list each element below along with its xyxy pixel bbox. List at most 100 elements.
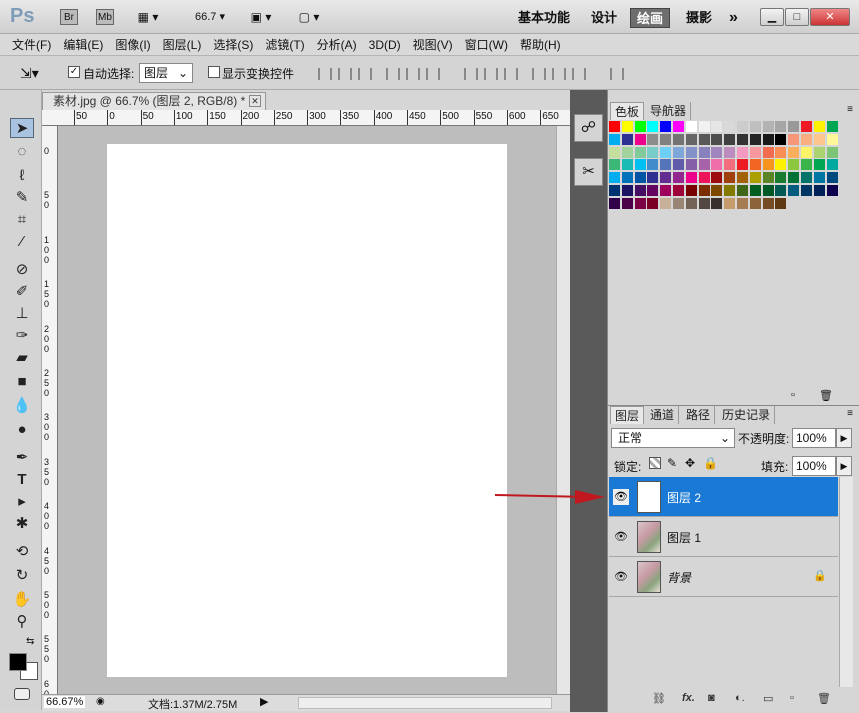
delete-layer-icon[interactable]: 🗑 xyxy=(817,692,831,705)
color-swatch[interactable] xyxy=(621,197,633,209)
type-tool-icon[interactable]: T xyxy=(10,470,34,490)
color-swatch[interactable] xyxy=(660,146,672,158)
crop-tool-icon[interactable]: ⌗ xyxy=(10,210,34,230)
color-swatch[interactable] xyxy=(775,197,787,209)
color-swatch[interactable] xyxy=(762,159,774,171)
view-extras-icon[interactable]: ▦ ▾ xyxy=(133,9,163,25)
color-swatch[interactable] xyxy=(673,146,684,158)
color-swatch[interactable] xyxy=(698,172,710,184)
menu-view[interactable]: 视图(V) xyxy=(407,34,459,56)
color-swatch[interactable] xyxy=(826,185,838,196)
auto-select-checkbox[interactable]: ✓ xyxy=(68,66,80,78)
color-swatch[interactable] xyxy=(609,146,620,158)
quick-select-tool-icon[interactable]: ✎ xyxy=(10,188,34,208)
dodge-tool-icon[interactable]: ● xyxy=(10,420,34,440)
color-swatch[interactable] xyxy=(775,146,787,158)
layers-scrollbar[interactable] xyxy=(839,477,853,687)
color-swatch[interactable] xyxy=(685,121,697,132)
color-swatch[interactable] xyxy=(711,159,723,171)
align-bottom-icon[interactable] xyxy=(358,68,372,80)
color-swatch[interactable] xyxy=(737,133,748,145)
color-swatch[interactable] xyxy=(775,121,787,132)
color-swatch[interactable] xyxy=(621,121,633,132)
3d-rotate-tool-icon[interactable]: ⟲ xyxy=(10,542,34,562)
eye-icon[interactable]: 👁 xyxy=(613,529,629,545)
color-swatch[interactable] xyxy=(621,146,633,158)
auto-align-icon[interactable] xyxy=(610,68,624,80)
color-swatch[interactable] xyxy=(634,159,646,171)
zoom-field[interactable]: 66.67% xyxy=(44,696,86,708)
color-swatch[interactable] xyxy=(685,159,697,171)
color-swatch[interactable] xyxy=(788,133,800,145)
lock-transparency-icon[interactable] xyxy=(649,457,661,469)
menu-edit[interactable]: 编辑(E) xyxy=(57,34,109,56)
blend-mode-dropdown[interactable]: 正常 ⌄ xyxy=(611,428,735,448)
workspace-design[interactable]: 设计 xyxy=(585,8,623,28)
color-swatch[interactable] xyxy=(685,146,697,158)
color-swatch[interactable] xyxy=(621,172,633,184)
color-swatch[interactable] xyxy=(826,133,838,145)
auto-select-dropdown[interactable]: 图层 ⌄ xyxy=(139,63,193,83)
color-swatch[interactable] xyxy=(698,197,710,209)
color-swatch[interactable] xyxy=(762,121,774,132)
color-swatch[interactable] xyxy=(813,172,825,184)
blur-tool-icon[interactable]: 💧 xyxy=(10,396,34,416)
adjustment-layer-icon[interactable]: ◐. xyxy=(735,692,745,704)
color-swatch[interactable] xyxy=(621,159,633,171)
menu-select[interactable]: 选择(S) xyxy=(207,34,259,56)
color-swatch[interactable] xyxy=(621,133,633,145)
color-swatch[interactable] xyxy=(660,172,672,184)
color-swatch[interactable] xyxy=(621,185,633,196)
color-swatch[interactable] xyxy=(826,159,838,171)
color-swatch[interactable] xyxy=(788,121,800,132)
color-swatch[interactable] xyxy=(775,133,787,145)
color-swatch[interactable] xyxy=(685,133,697,145)
menu-filter[interactable]: 滤镜(T) xyxy=(259,34,310,56)
color-swatch[interactable] xyxy=(724,185,736,196)
clone-stamp-tool-icon[interactable]: ⊥ xyxy=(10,304,34,324)
workspace-painting[interactable]: 绘画 xyxy=(630,8,671,28)
color-swatch[interactable] xyxy=(737,197,748,209)
color-swatch[interactable] xyxy=(711,146,723,158)
color-swatch[interactable] xyxy=(749,185,761,196)
color-swatch[interactable] xyxy=(749,197,761,209)
eye-icon[interactable]: 👁 xyxy=(613,569,629,585)
opacity-input[interactable]: 100% xyxy=(792,428,836,448)
workspace-photography[interactable]: 摄影 xyxy=(680,8,718,28)
minibridge-icon[interactable]: Mb xyxy=(96,9,114,25)
zoom-level-dropdown[interactable]: 66.7 ▾ xyxy=(188,9,232,25)
maximize-button[interactable]: □ xyxy=(785,8,809,26)
color-swatch[interactable] xyxy=(801,185,812,196)
color-swatch[interactable] xyxy=(698,146,710,158)
color-swatch[interactable] xyxy=(775,185,787,196)
color-swatch[interactable] xyxy=(762,146,774,158)
color-swatch[interactable] xyxy=(685,185,697,196)
color-swatch[interactable] xyxy=(737,146,748,158)
tab-paths[interactable]: 路径 xyxy=(682,406,716,424)
close-tab-icon[interactable]: ✕ xyxy=(249,95,261,107)
align-top-icon[interactable] xyxy=(318,68,332,80)
color-swatch[interactable] xyxy=(775,159,787,171)
color-swatch[interactable] xyxy=(673,197,684,209)
eyedropper-tool-icon[interactable]: ⁄ xyxy=(10,232,34,252)
color-swatch[interactable] xyxy=(647,197,659,209)
color-swatch[interactable] xyxy=(801,172,812,184)
color-swatch[interactable] xyxy=(698,159,710,171)
color-swatch[interactable] xyxy=(762,133,774,145)
screen-mode-icon[interactable]: ▢ ▾ xyxy=(293,9,325,25)
align-right-icon[interactable] xyxy=(426,68,440,80)
3d-orbit-tool-icon[interactable]: ↻ xyxy=(10,566,34,586)
path-select-tool-icon[interactable]: ▸ xyxy=(10,492,34,512)
color-swatch[interactable] xyxy=(634,146,646,158)
document-canvas[interactable] xyxy=(107,144,507,677)
healing-brush-tool-icon[interactable]: ⊘ xyxy=(10,260,34,280)
color-swatch[interactable] xyxy=(724,133,736,145)
align-left-icon[interactable] xyxy=(386,68,400,80)
menu-window[interactable]: 窗口(W) xyxy=(459,34,514,56)
history-brush-tool-icon[interactable]: ✑ xyxy=(10,326,34,346)
color-swatch[interactable] xyxy=(724,146,736,158)
color-swatch[interactable] xyxy=(698,121,710,132)
minimize-button[interactable]: ▁ xyxy=(760,8,784,26)
menu-file[interactable]: 文件(F) xyxy=(6,34,57,56)
color-swatch[interactable] xyxy=(634,133,646,145)
